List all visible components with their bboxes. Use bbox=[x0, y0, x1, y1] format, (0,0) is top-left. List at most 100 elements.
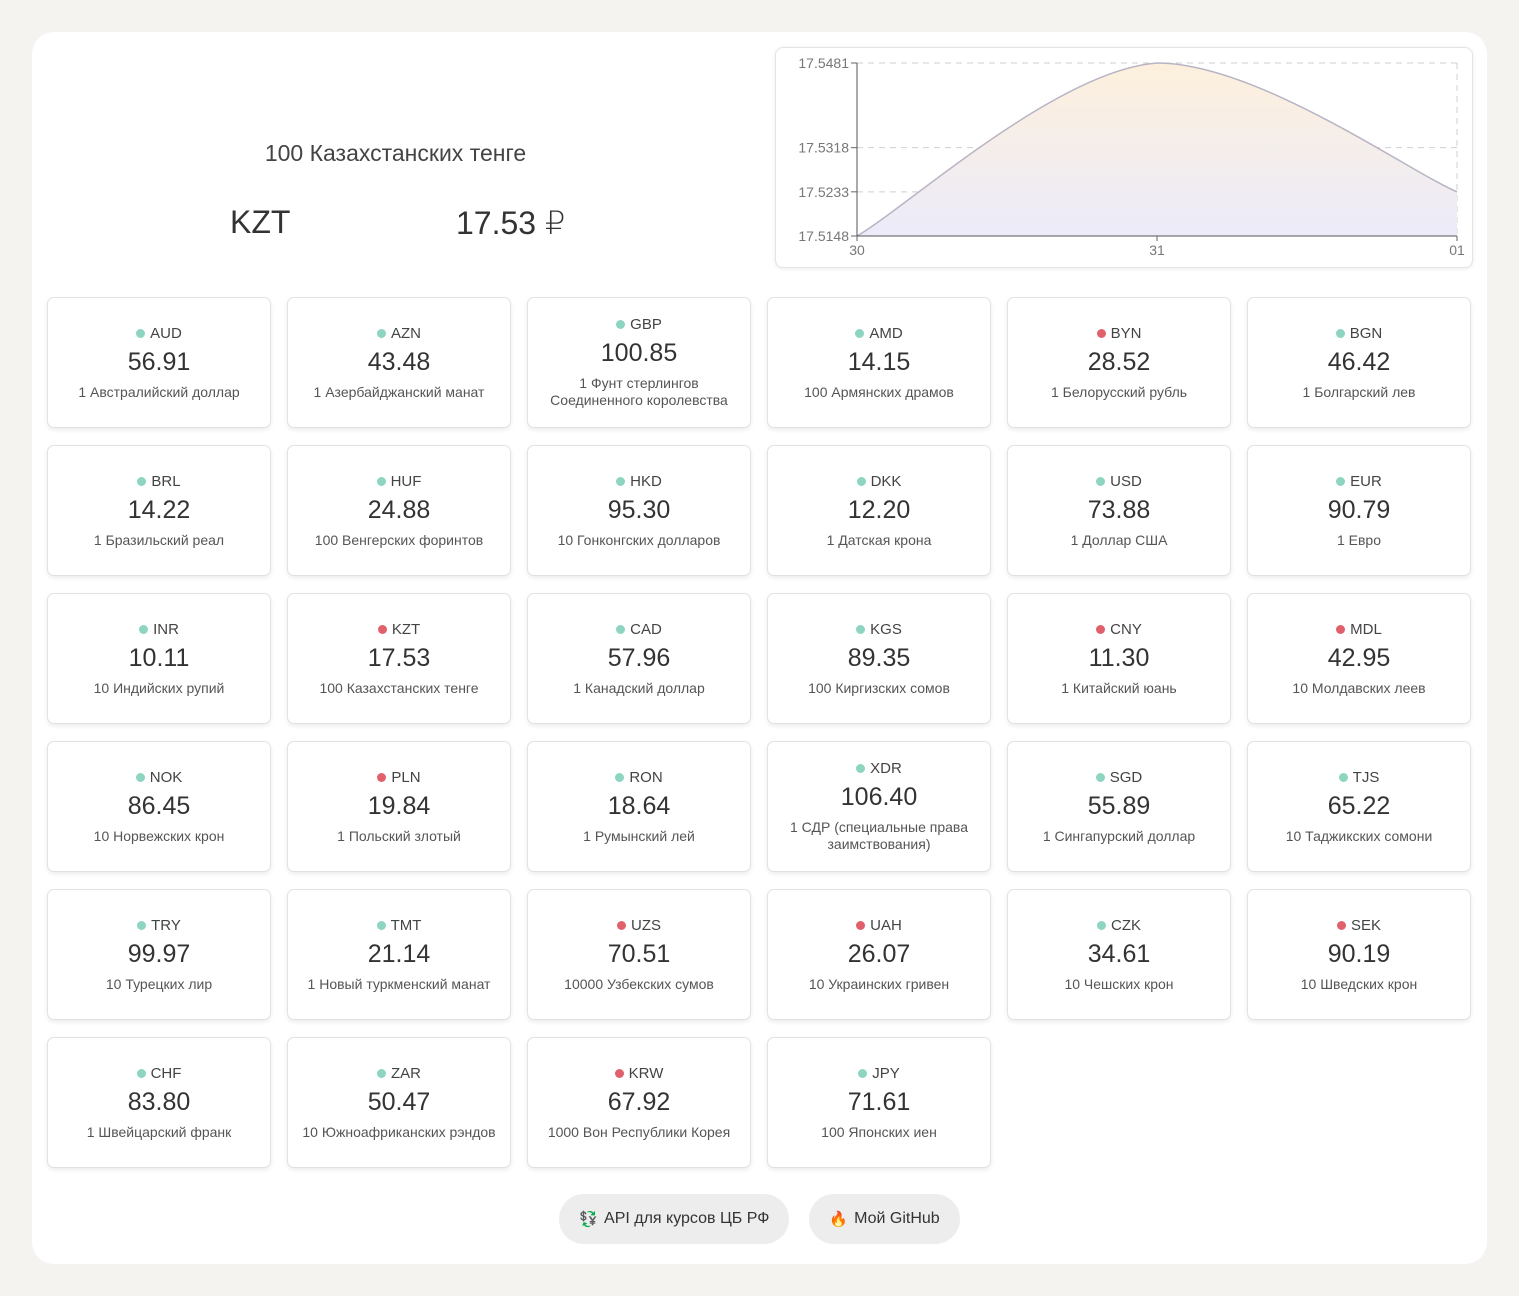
trend-dot-icon bbox=[1096, 624, 1106, 634]
currency-code: KRW bbox=[614, 1065, 663, 1082]
currency-card[interactable]: EUR 90.79 1 Евро bbox=[1247, 445, 1471, 576]
currency-code-label: AMD bbox=[869, 324, 903, 342]
currency-code-label: MDL bbox=[1350, 620, 1382, 638]
currency-code: BRL bbox=[137, 473, 181, 490]
currency-code: DKK bbox=[856, 473, 901, 490]
currency-card[interactable]: CAD 57.96 1 Канадский доллар bbox=[527, 593, 751, 724]
currency-card[interactable]: XDR 106.40 1 СДР (специальные права заимст… bbox=[767, 741, 991, 872]
currency-card[interactable]: CZK 34.61 10 Чешских крон bbox=[1007, 889, 1231, 1020]
currency-card[interactable]: CNY 11.30 1 Китайский юань bbox=[1007, 593, 1231, 724]
currency-code-label: XDR bbox=[870, 760, 902, 777]
currency-name: 10 Молдавских леев bbox=[1292, 679, 1426, 696]
currency-card[interactable]: MDL 42.95 10 Молдавских леев bbox=[1247, 593, 1471, 724]
currency-code: UZS bbox=[617, 917, 661, 934]
currency-card[interactable]: KGS 89.35 100 Киргизских сомов bbox=[767, 593, 991, 724]
currency-name: 1 Датская крона bbox=[826, 531, 932, 548]
currency-value: 90.79 bbox=[1327, 495, 1391, 524]
currency-code-label: HUF bbox=[390, 472, 422, 490]
currency-code-label: SEK bbox=[1350, 916, 1381, 934]
currency-name: 1 Польский злотый bbox=[337, 827, 461, 844]
currency-card[interactable]: HUF 24.88 100 Венгерских форинтов bbox=[287, 445, 511, 576]
currency-name: 100 Армянских драмов bbox=[804, 383, 954, 400]
trend-dot-icon bbox=[616, 476, 626, 486]
currency-card[interactable]: GBP 100.85 1 Фунт стерлингов Соединенного … bbox=[527, 297, 751, 428]
trend-dot-icon bbox=[1336, 920, 1346, 930]
currency-name: 1 Румынский лей bbox=[583, 827, 695, 844]
currency-card[interactable]: SEK 90.19 10 Шведских крон bbox=[1247, 889, 1471, 1020]
api-link-button[interactable]: 💱 API для курсов ЦБ РФ bbox=[559, 1194, 790, 1244]
currency-card[interactable]: USD 73.88 1 Доллар США bbox=[1007, 445, 1231, 576]
currency-card[interactable]: UAH 26.07 10 Украинских гривен bbox=[767, 889, 991, 1020]
currency-card[interactable]: HKD 95.30 10 Гонконгских долларов bbox=[527, 445, 751, 576]
trend-dot-icon bbox=[1096, 476, 1106, 486]
currency-card[interactable]: NOK 86.45 10 Норвежских крон bbox=[47, 741, 271, 872]
currency-card[interactable]: BGN 46.42 1 Болгарский лев bbox=[1247, 297, 1471, 428]
currency-card[interactable]: ZAR 50.47 10 Южноафриканских рэндов bbox=[287, 1037, 511, 1168]
currency-value: 21.14 bbox=[367, 939, 431, 968]
currency-card[interactable]: TJS 65.22 10 Таджикских сомони bbox=[1247, 741, 1471, 872]
trend-dot-icon bbox=[1336, 476, 1346, 486]
currency-card[interactable]: TRY 99.97 10 Турецких лир bbox=[47, 889, 271, 1020]
footer-links: 💱 API для курсов ЦБ РФ 🔥 Мой GitHub bbox=[32, 1194, 1487, 1244]
currency-code: PLN bbox=[377, 768, 421, 786]
currency-card[interactable]: KRW 67.92 1000 Вон Республики Корея bbox=[527, 1037, 751, 1168]
currency-value: 11.30 bbox=[1088, 643, 1150, 672]
trend-dot-icon bbox=[856, 764, 866, 773]
trend-dot-icon bbox=[376, 920, 386, 930]
currency-code: RON bbox=[615, 769, 663, 786]
currency-card[interactable]: AZN 43.48 1 Азербайджанский манат bbox=[287, 297, 511, 428]
currency-code: EUR bbox=[1336, 473, 1382, 490]
currency-name: 10 Норвежских крон bbox=[93, 827, 225, 844]
currency-code: CHF bbox=[136, 1065, 181, 1082]
currency-card[interactable]: AUD 56.91 1 Австралийский доллар bbox=[47, 297, 271, 428]
currency-name: 1 Доллар США bbox=[1070, 531, 1168, 548]
trend-dot-icon bbox=[617, 920, 626, 930]
currency-code-label: UZS bbox=[631, 916, 661, 934]
currency-code-label: BYN bbox=[1110, 324, 1142, 342]
trend-dot-icon bbox=[376, 476, 386, 486]
y-tick-label: 17.5318 bbox=[798, 140, 849, 156]
currency-card[interactable]: UZS 70.51 10000 Узбекских сумов bbox=[527, 889, 751, 1020]
currency-card[interactable]: KZT 17.53 100 Казахстанских тенге bbox=[287, 593, 511, 724]
currency-card[interactable]: TMT 21.14 1 Новый туркменский манат bbox=[287, 889, 511, 1020]
currency-card[interactable]: RON 18.64 1 Румынский лей bbox=[527, 741, 751, 872]
currency-code-label: TRY bbox=[151, 916, 181, 934]
currency-code-label: UAH bbox=[870, 916, 902, 934]
trend-dot-icon bbox=[136, 1068, 146, 1078]
currency-value: 19.84 bbox=[367, 791, 431, 820]
github-link-button[interactable]: 🔥 Мой GitHub bbox=[809, 1194, 960, 1244]
currency-code-label: KZT bbox=[391, 620, 421, 638]
currency-card[interactable]: SGD 55.89 1 Сингапурский доллар bbox=[1007, 741, 1231, 872]
currency-code-label: PLN bbox=[391, 768, 421, 786]
currency-grid: AUD 56.91 1 Австралийский доллар AZN 43.48 1 … bbox=[47, 297, 1471, 1168]
trend-dot-icon bbox=[1338, 772, 1348, 782]
currency-card[interactable]: INR 10.11 10 Индийских рупий bbox=[47, 593, 271, 724]
currency-card[interactable]: DKK 12.20 1 Датская крона bbox=[767, 445, 991, 576]
currency-card[interactable]: BYN 28.52 1 Белорусский рубль bbox=[1007, 297, 1231, 428]
x-tick-label: 01 bbox=[1449, 242, 1465, 258]
currency-card[interactable]: AMD 14.15 100 Армянских драмов bbox=[767, 297, 991, 428]
currency-value: 100.85 bbox=[600, 339, 678, 367]
trend-dot-icon bbox=[137, 920, 147, 930]
currency-code-label: CZK bbox=[1111, 916, 1141, 934]
currency-value: 14.22 bbox=[127, 495, 191, 524]
currency-name: 1 Фунт стерлингов Соединенного королевст… bbox=[550, 375, 728, 408]
currency-card[interactable]: JPY 71.61 100 Японских иен bbox=[767, 1037, 991, 1168]
currency-card[interactable]: PLN 19.84 1 Польский злотый bbox=[287, 741, 511, 872]
currency-name: 1000 Вон Республики Корея bbox=[547, 1123, 731, 1140]
currency-value: 106.40 bbox=[840, 783, 918, 811]
currency-code-label: NOK bbox=[149, 768, 183, 786]
currency-card[interactable]: BRL 14.22 1 Бразильский реал bbox=[47, 445, 271, 576]
selected-currency-value: 17.53 ₽ bbox=[456, 205, 566, 241]
currency-name: 1 Белорусский рубль bbox=[1050, 383, 1188, 400]
currency-name: 10 Гонконгских долларов bbox=[557, 531, 721, 548]
currency-code: MDL bbox=[1336, 621, 1382, 638]
currency-value: 89.35 bbox=[847, 643, 911, 672]
currency-code: SGD bbox=[1095, 769, 1142, 786]
currency-code: TMT bbox=[376, 917, 421, 934]
currency-name: 1 Азербайджанский манат bbox=[313, 383, 485, 400]
currency-card[interactable]: CHF 83.80 1 Швейцарский франк bbox=[47, 1037, 271, 1168]
currency-code-label: ZAR bbox=[391, 1064, 421, 1082]
currency-code-label: AUD bbox=[150, 324, 182, 342]
selected-currency-code: KZT bbox=[230, 204, 291, 240]
